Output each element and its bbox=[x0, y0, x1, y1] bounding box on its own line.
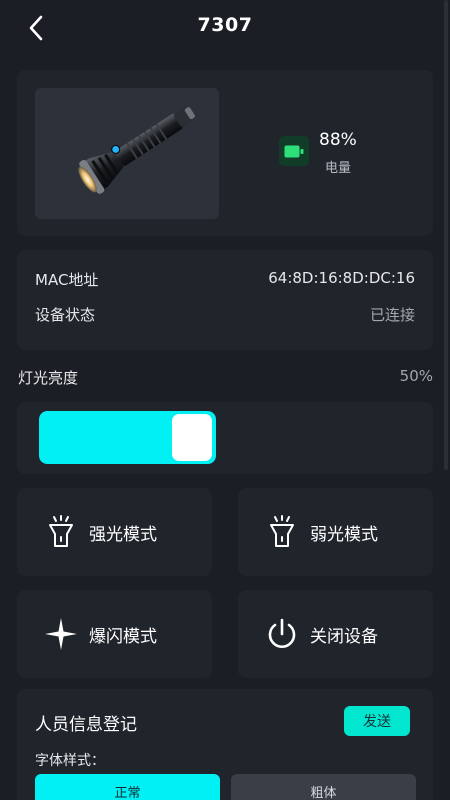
font-style-label: 字体样式： bbox=[35, 753, 105, 769]
strong-light-mode-label: 强光模式 bbox=[89, 524, 157, 545]
battery-percent: 88% bbox=[319, 130, 357, 150]
status-row: 设备状态 已连接 bbox=[35, 304, 415, 325]
power-off-button[interactable]: 关闭设备 bbox=[238, 590, 433, 678]
flash-mode-label: 爆闪模式 bbox=[89, 626, 157, 647]
status-value: 已连接 bbox=[369, 306, 415, 324]
mac-row: MAC地址 64:8D:16:8D:DC:16 bbox=[35, 269, 415, 290]
status-label: 设备状态 bbox=[35, 306, 96, 324]
font-style-bold-option[interactable]: 粗体 bbox=[231, 774, 416, 800]
send-button[interactable]: 发送 bbox=[344, 706, 410, 736]
flashlight-icon bbox=[41, 512, 81, 552]
sparkle-icon bbox=[41, 614, 81, 654]
slider-thumb[interactable] bbox=[172, 414, 212, 461]
battery-label: 电量 bbox=[325, 161, 352, 176]
weak-light-mode-button[interactable]: 弱光模式 bbox=[238, 488, 433, 576]
font-style-normal-option[interactable]: 正常 bbox=[35, 774, 220, 800]
strong-light-mode-button[interactable]: 强光模式 bbox=[17, 488, 212, 576]
power-off-label: 关闭设备 bbox=[310, 626, 378, 647]
flash-mode-button[interactable]: 爆闪模式 bbox=[17, 590, 212, 678]
registration-title: 人员信息登记 bbox=[35, 715, 137, 735]
device-card: 88% 电量 bbox=[17, 70, 433, 236]
header: 7307 bbox=[0, 0, 450, 56]
battery-icon bbox=[279, 136, 309, 166]
brightness-label: 灯光亮度 bbox=[18, 369, 79, 387]
mac-label: MAC地址 bbox=[35, 271, 99, 289]
page-title: 7307 bbox=[197, 14, 253, 36]
mac-value: 64:8D:16:8D:DC:16 bbox=[268, 269, 415, 287]
brightness-slider-card bbox=[17, 402, 433, 474]
registration-card: 人员信息登记 发送 字体样式： 正常 粗体 bbox=[17, 689, 433, 800]
brightness-slider[interactable] bbox=[39, 411, 216, 464]
power-icon bbox=[262, 614, 302, 654]
device-info-card: MAC地址 64:8D:16:8D:DC:16 设备状态 已连接 bbox=[17, 250, 433, 350]
brightness-value: 50% bbox=[399, 367, 433, 385]
scrollbar[interactable] bbox=[444, 0, 448, 470]
flashlight-icon bbox=[262, 512, 302, 552]
flashlight-image bbox=[35, 88, 219, 219]
weak-light-mode-label: 弱光模式 bbox=[310, 524, 378, 545]
